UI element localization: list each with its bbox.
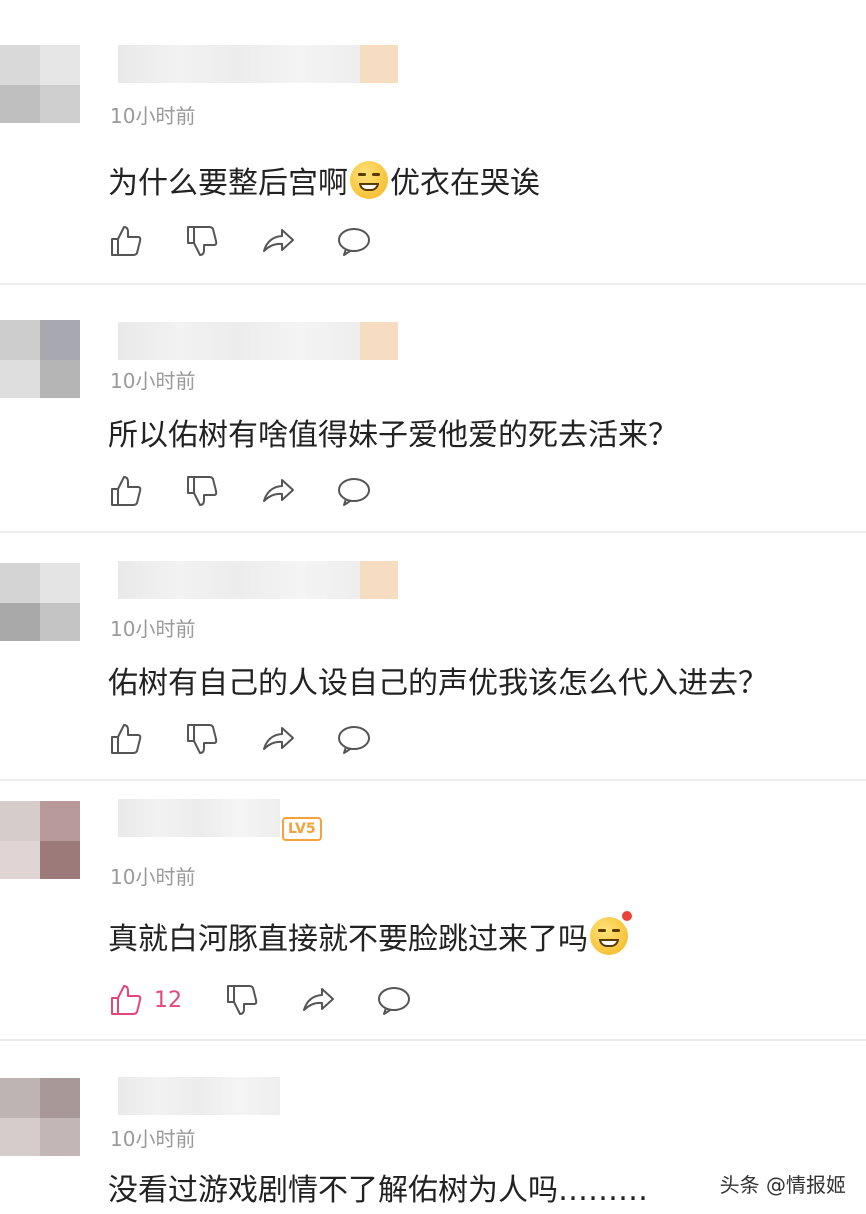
comment-time: 10小时前	[110, 1127, 196, 1151]
thumb-down-icon	[227, 985, 258, 1015]
comment-text: 佑树有自己的人设自己的声优我该怎么代入进去？	[108, 658, 768, 702]
dislike-button[interactable]	[184, 721, 220, 757]
reply-button[interactable]	[336, 223, 372, 259]
comment-text: 没看过游戏剧情不了解佑树为人吗………	[108, 1165, 648, 1209]
reply-button[interactable]	[336, 721, 372, 757]
comment-time: 10小时前	[110, 369, 196, 393]
username-blurred[interactable]	[118, 322, 360, 360]
like-button[interactable]	[108, 223, 144, 259]
comment-time: 10小时前	[110, 104, 196, 128]
share-button[interactable]	[260, 721, 296, 757]
level-badge: LV5	[282, 817, 322, 841]
reply-button[interactable]	[336, 473, 372, 509]
share-icon	[303, 988, 334, 1011]
reply-icon	[338, 478, 370, 506]
thumb-up-icon	[111, 985, 142, 1015]
thumb-up-icon	[111, 226, 142, 256]
share-icon	[263, 479, 294, 502]
comment-text-part: 没看过游戏剧情不了解佑树为人吗………	[108, 1173, 648, 1208]
reply-icon	[378, 987, 410, 1015]
comment-item: LV5 10小时前 真就白河豚直接就不要脸跳过来了吗 12	[0, 781, 866, 1041]
share-button[interactable]	[260, 473, 296, 509]
comment-item: 10小时前 所以佑树有啥值得妹子爱他爱的死去活来？	[0, 285, 866, 533]
comment-item: 10小时前 佑树有自己的人设自己的声优我该怎么代入进去？	[0, 533, 866, 781]
avatar[interactable]	[0, 320, 80, 398]
share-icon	[263, 727, 294, 750]
comment-text-part: 所以佑树有啥值得妹子爱他爱的死去活来？	[108, 418, 678, 453]
like-count: 12	[154, 987, 182, 1013]
share-button[interactable]	[300, 982, 336, 1018]
username-blurred[interactable]	[118, 799, 280, 837]
comment-text: 为什么要整后宫啊 优衣在哭诶	[108, 158, 540, 202]
thumb-down-icon	[187, 226, 218, 256]
avatar[interactable]	[0, 1078, 80, 1156]
avatar[interactable]	[0, 563, 80, 641]
thumb-up-icon	[111, 724, 142, 754]
username-blurred[interactable]	[118, 1077, 280, 1115]
like-button[interactable]: 12	[108, 982, 182, 1018]
comment-item: 10小时前 为什么要整后宫啊 优衣在哭诶	[0, 0, 866, 285]
dislike-button[interactable]	[184, 473, 220, 509]
comment-text-part: 真就白河豚直接就不要脸跳过来了吗	[108, 922, 588, 957]
dizzy-face-emoji	[350, 161, 388, 199]
comment-text-part: 为什么要整后宫啊	[108, 166, 348, 201]
comment-text: 真就白河豚直接就不要脸跳过来了吗	[108, 911, 632, 958]
dislike-button[interactable]	[224, 982, 260, 1018]
username-blurred-tail	[360, 561, 398, 599]
reply-icon	[338, 726, 370, 754]
comment-text-part: 优衣在哭诶	[390, 166, 540, 201]
avatar[interactable]	[0, 45, 80, 123]
comment-time: 10小时前	[110, 617, 196, 641]
reply-icon	[338, 228, 370, 256]
avatar[interactable]	[0, 801, 80, 879]
share-button[interactable]	[260, 223, 296, 259]
comment-time: 10小时前	[110, 865, 196, 889]
username-blurred[interactable]	[118, 561, 360, 599]
watermark: 头条 @情报姬	[719, 1173, 846, 1197]
comment-text: 所以佑树有啥值得妹子爱他爱的死去活来？	[108, 410, 678, 454]
comment-text-part: 佑树有自己的人设自己的声优我该怎么代入进去？	[108, 666, 768, 701]
grinning-face-emoji	[590, 911, 632, 955]
username-blurred-tail	[360, 322, 398, 360]
share-icon	[263, 229, 294, 252]
reply-button[interactable]	[376, 982, 412, 1018]
like-button[interactable]	[108, 473, 144, 509]
like-button[interactable]	[108, 721, 144, 757]
thumb-down-icon	[187, 476, 218, 506]
thumb-down-icon	[187, 724, 218, 754]
username-blurred-tail	[360, 45, 398, 83]
dislike-button[interactable]	[184, 223, 220, 259]
thumb-up-icon	[111, 476, 142, 506]
username-blurred[interactable]	[118, 45, 360, 83]
